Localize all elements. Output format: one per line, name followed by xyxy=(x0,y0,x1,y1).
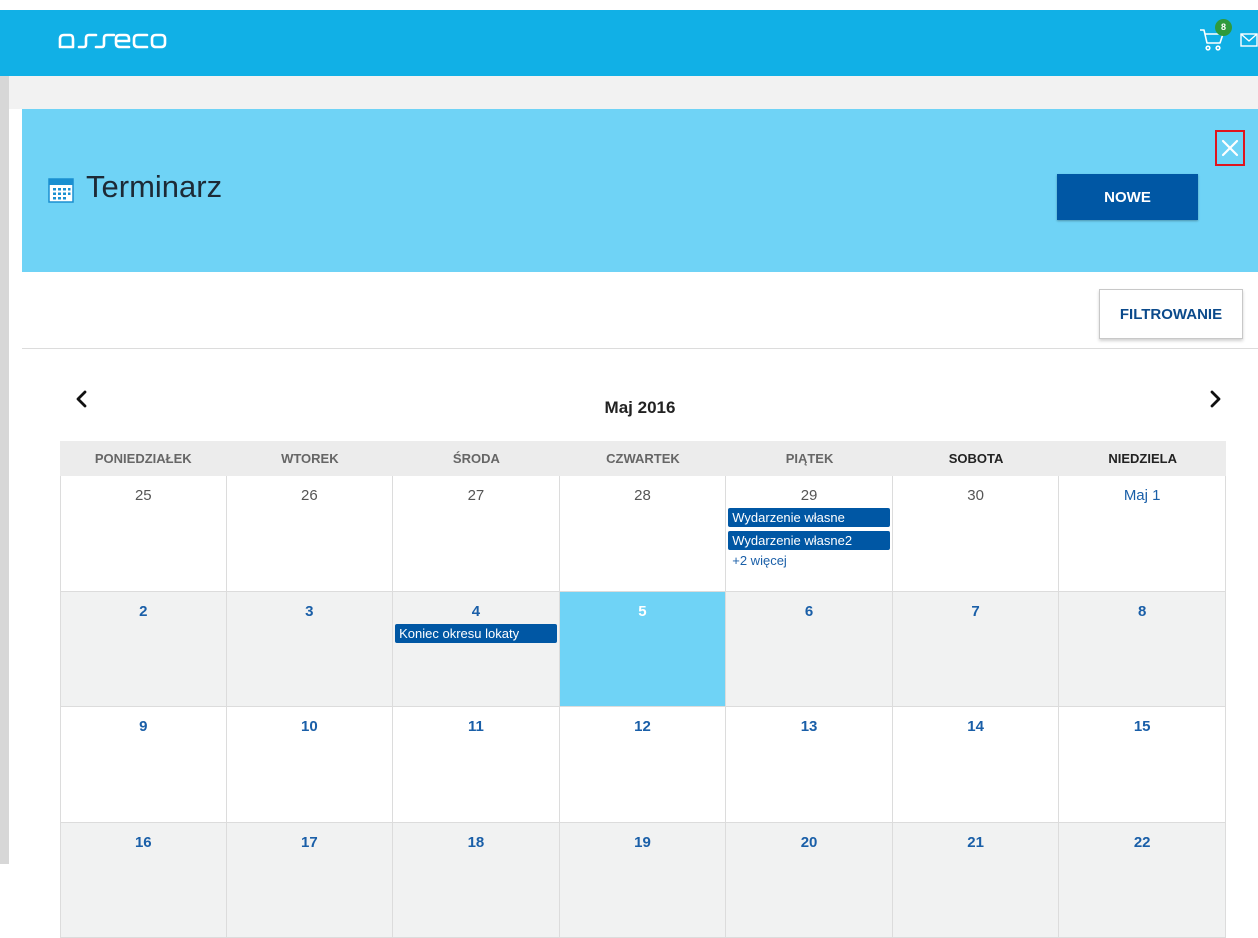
calendar-week: 16 17 18 19 20 21 22 xyxy=(60,823,1226,938)
day-number: 9 xyxy=(139,718,147,735)
calendar-week: 9 10 11 12 13 14 15 xyxy=(60,707,1226,823)
day-number: 21 xyxy=(967,834,984,851)
chevron-right-icon[interactable] xyxy=(1205,388,1225,410)
day-number: 4 xyxy=(472,603,480,620)
day-number: 17 xyxy=(301,834,318,851)
calendar-day[interactable]: 28 xyxy=(560,476,727,592)
day-number: 26 xyxy=(301,487,318,504)
calendar-day[interactable]: 17 xyxy=(227,823,394,938)
calendar-day[interactable]: 18 xyxy=(393,823,560,938)
calendar-event[interactable]: Wydarzenie własne xyxy=(728,508,890,527)
calendar-week: 2 3 4 Koniec okresu lokaty 5 6 7 8 xyxy=(60,592,1226,708)
calendar-day[interactable]: 3 xyxy=(227,592,394,708)
day-number: 2 xyxy=(139,603,147,620)
calendar-grid: 25 26 27 28 29 Wydarzenie własne Wydarze… xyxy=(60,476,1226,938)
weekday-label: CZWARTEK xyxy=(560,441,727,476)
calendar-day[interactable]: 14 xyxy=(893,707,1060,823)
chevron-left-icon[interactable] xyxy=(72,388,92,410)
calendar-day[interactable]: 6 xyxy=(726,592,893,708)
weekday-label: PIĄTEK xyxy=(726,441,893,476)
day-number: 6 xyxy=(805,603,813,620)
cart-count-badge: 8 xyxy=(1215,19,1232,36)
calendar-day[interactable]: 30 xyxy=(893,476,1060,592)
calendar-event[interactable]: Koniec okresu lokaty xyxy=(395,624,557,643)
calendar-day[interactable]: 21 xyxy=(893,823,1060,938)
day-number: 11 xyxy=(468,718,484,735)
close-button[interactable] xyxy=(1215,130,1245,166)
day-number: 15 xyxy=(1134,718,1151,735)
day-number: 20 xyxy=(801,834,818,851)
calendar-day[interactable]: 4 Koniec okresu lokaty xyxy=(393,592,560,708)
day-number: 18 xyxy=(468,834,485,851)
calendar-day[interactable]: 8 xyxy=(1059,592,1226,708)
new-button[interactable]: NOWE xyxy=(1057,174,1198,220)
day-number: 29 xyxy=(801,487,818,504)
calendar-day[interactable]: 2 xyxy=(60,592,227,708)
day-number: 3 xyxy=(305,603,313,620)
filter-button[interactable]: FILTROWANIE xyxy=(1099,289,1243,339)
calendar-day[interactable]: 13 xyxy=(726,707,893,823)
left-scroll-strip xyxy=(0,76,9,864)
month-title: Maj 2016 xyxy=(560,398,720,418)
weekday-label: SOBOTA xyxy=(893,441,1060,476)
day-number: Maj 1 xyxy=(1124,487,1161,504)
day-number: 22 xyxy=(1134,834,1151,851)
calendar-day[interactable]: 10 xyxy=(227,707,394,823)
calendar-day[interactable]: 25 xyxy=(60,476,227,592)
day-number: 13 xyxy=(801,718,818,735)
calendar-day[interactable]: 9 xyxy=(60,707,227,823)
calendar-week: 25 26 27 28 29 Wydarzenie własne Wydarze… xyxy=(60,476,1226,592)
day-number: 5 xyxy=(638,603,646,620)
calendar-day[interactable]: 7 xyxy=(893,592,1060,708)
calendar-day[interactable]: 20 xyxy=(726,823,893,938)
calendar-day[interactable]: 15 xyxy=(1059,707,1226,823)
close-icon xyxy=(1217,132,1243,164)
day-number: 16 xyxy=(135,834,152,851)
day-number: 30 xyxy=(967,487,984,504)
weekday-label: WTOREK xyxy=(227,441,394,476)
page-title: Terminarz xyxy=(86,169,222,205)
day-number: 7 xyxy=(971,603,979,620)
weekday-header: PONIEDZIAŁEK WTOREK ŚRODA CZWARTEK PIĄTE… xyxy=(60,441,1226,476)
calendar-day[interactable]: 12 xyxy=(560,707,727,823)
filter-bar xyxy=(22,272,1258,349)
calendar-day-today[interactable]: 5 xyxy=(560,592,727,708)
calendar-icon xyxy=(48,177,74,203)
day-number: 28 xyxy=(634,487,651,504)
weekday-label: ŚRODA xyxy=(393,441,560,476)
day-number: 14 xyxy=(967,718,984,735)
calendar-day[interactable]: 22 xyxy=(1059,823,1226,938)
calendar-day[interactable]: 29 Wydarzenie własne Wydarzenie własne2 … xyxy=(726,476,893,592)
day-number: 19 xyxy=(634,834,651,851)
day-number: 8 xyxy=(1138,603,1146,620)
calendar-event[interactable]: Wydarzenie własne2 xyxy=(728,531,890,550)
calendar-day[interactable]: 26 xyxy=(227,476,394,592)
top-bar xyxy=(0,10,1258,76)
asseco-logo[interactable] xyxy=(58,27,178,51)
day-number: 12 xyxy=(634,718,651,735)
calendar-day[interactable]: 27 xyxy=(393,476,560,592)
calendar-day[interactable]: 19 xyxy=(560,823,727,938)
weekday-label: PONIEDZIAŁEK xyxy=(60,441,227,476)
day-number: 27 xyxy=(468,487,485,504)
mail-icon[interactable] xyxy=(1240,33,1258,47)
content-gap xyxy=(9,76,1258,109)
calendar-day[interactable]: Maj 1 xyxy=(1059,476,1226,592)
more-events-link[interactable]: +2 więcej xyxy=(732,553,888,568)
calendar-day[interactable]: 11 xyxy=(393,707,560,823)
calendar-day[interactable]: 16 xyxy=(60,823,227,938)
day-number: 10 xyxy=(301,718,318,735)
day-number: 25 xyxy=(135,487,152,504)
weekday-label: NIEDZIELA xyxy=(1059,441,1226,476)
